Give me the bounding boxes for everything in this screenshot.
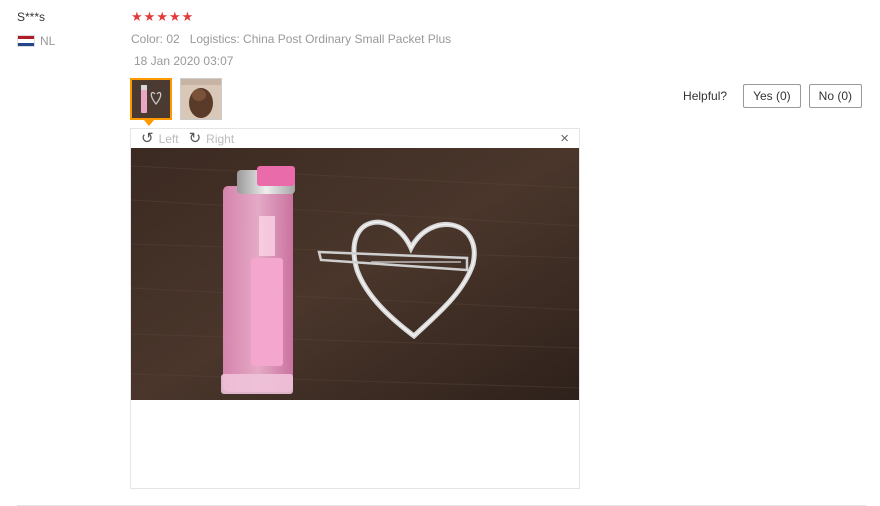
thumbnail-photo-2[interactable]: [180, 78, 222, 120]
star-icon: ★: [181, 9, 194, 24]
photo-viewer: ↺ Left ↻ Right ×: [130, 128, 580, 489]
logistics-info: Logistics: China Post Ordinary Small Pac…: [189, 32, 452, 46]
rotate-right-icon: ↻: [188, 130, 202, 147]
review-date: 18 Jan 2020 03:07: [134, 54, 234, 68]
netherlands-flag-icon: [17, 35, 35, 47]
rotate-left-icon: ↺: [141, 130, 154, 147]
helpful-votes: Helpful? Yes (0) No (0): [683, 84, 862, 108]
helpful-yes-button[interactable]: Yes (0): [743, 84, 801, 108]
helpful-no-button[interactable]: No (0): [808, 84, 862, 108]
reviewer-name: S***s: [17, 10, 46, 24]
thumbnail-photo-1[interactable]: [130, 78, 172, 120]
rotate-right-button[interactable]: ↻ Right: [188, 130, 235, 147]
star-icon: ★: [168, 9, 181, 24]
close-icon[interactable]: ×: [560, 130, 569, 147]
rotate-left-button[interactable]: ↺ Left: [141, 130, 179, 147]
review-photo: [131, 148, 579, 400]
country-code: NL: [40, 34, 56, 48]
star-icon: ★: [156, 9, 168, 24]
reviewer-country: NL: [17, 34, 55, 48]
star-icon: ★: [143, 9, 156, 24]
photo-viewer-toolbar: ↺ Left ↻ Right ×: [131, 129, 579, 149]
review-photo-thumbnails: [130, 78, 230, 120]
rotate-right-label: Right: [206, 132, 235, 146]
color-info: Color: 02: [131, 32, 180, 46]
rating-stars: ★ ★ ★ ★ ★: [131, 9, 194, 25]
star-icon: ★: [131, 9, 143, 24]
helpful-label: Helpful?: [683, 89, 728, 103]
order-info: Color: 02 Logistics: China Post Ordinary …: [131, 32, 451, 46]
active-thumbnail-indicator: [144, 120, 154, 126]
rotate-left-label: Left: [158, 132, 179, 146]
